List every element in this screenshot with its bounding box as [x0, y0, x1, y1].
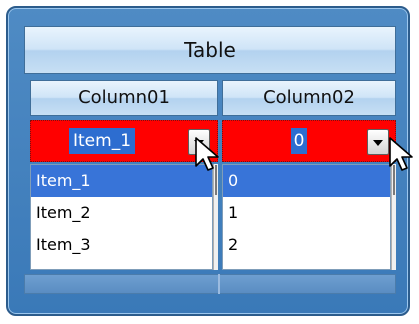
column01-scrollbar[interactable]	[213, 164, 218, 270]
table-title: Table	[24, 26, 396, 74]
mouse-pointer-icon	[195, 137, 219, 171]
table-footer-row	[24, 274, 396, 294]
column02-combobox[interactable]: 0	[222, 120, 396, 162]
list-item[interactable]: 1	[223, 197, 390, 229]
column02-scrollbar[interactable]	[391, 164, 396, 270]
list-item[interactable]: 0	[223, 165, 390, 197]
list-item[interactable]: Item_2	[31, 197, 212, 229]
column02-combo-value[interactable]: 0	[291, 128, 307, 154]
column-divider	[218, 274, 220, 294]
list-item[interactable]: Item_3	[31, 229, 212, 261]
column01-dropdown-list[interactable]: Item_1 Item_2 Item_3	[30, 164, 213, 270]
mouse-pointer-icon	[389, 137, 413, 171]
list-item[interactable]: Item_1	[31, 165, 212, 197]
column01-combo-value[interactable]: Item_1	[69, 128, 136, 154]
dropdown-arrow-icon[interactable]	[367, 129, 389, 155]
column-header-01[interactable]: Column01	[30, 80, 218, 116]
list-item[interactable]: 2	[223, 229, 390, 261]
column02-dropdown-list[interactable]: 0 1 2	[222, 164, 391, 270]
column-header-02[interactable]: Column02	[222, 80, 396, 116]
column01-combobox[interactable]: Item_1	[30, 120, 218, 162]
